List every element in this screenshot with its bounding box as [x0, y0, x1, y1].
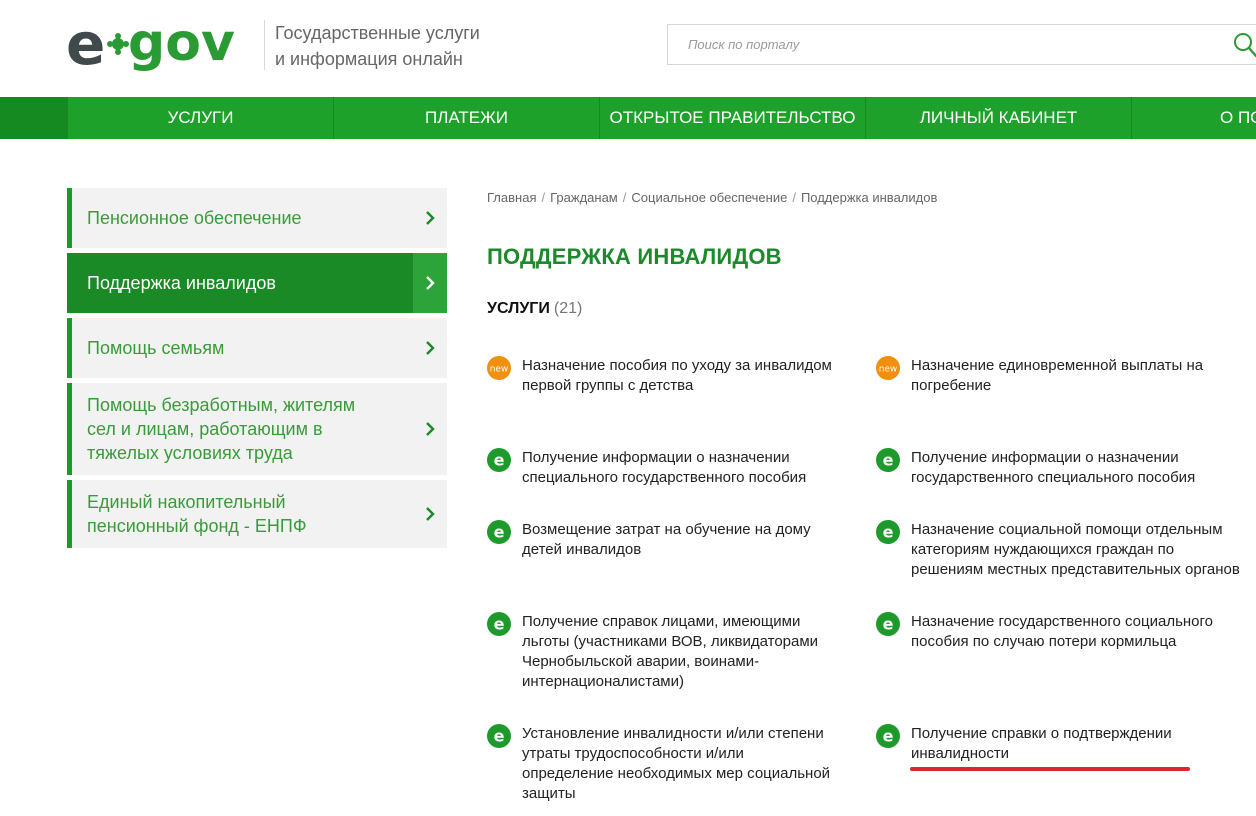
services-count: (21) [553, 300, 583, 317]
svg-text:e: e [883, 451, 894, 470]
nav-left-block [0, 97, 67, 139]
service-link[interactable]: Назначение пособия по уходу за инвалидом… [522, 356, 832, 396]
svg-text:e: e [494, 727, 505, 746]
breadcrumb-citizens[interactable]: Гражданам [550, 190, 618, 205]
sidebar-item-family-help[interactable]: Помощь семьям [67, 318, 447, 378]
egov-e-icon: e [487, 612, 511, 636]
services-label: УСЛУГИ [487, 300, 550, 317]
service-link[interactable]: Назначение единовременной выплаты на пог… [911, 356, 1236, 396]
services-heading: УСЛУГИ (21) [487, 300, 582, 318]
egov-e-icon: e [487, 448, 511, 472]
category-sidebar: Пенсионное обеспечение Поддержка инвалид… [67, 188, 447, 553]
service-link[interactable]: Получение информации о назначении специа… [522, 448, 832, 488]
breadcrumb-social[interactable]: Социальное обеспечение [631, 190, 787, 205]
svg-text:e: e [494, 615, 505, 634]
egov-e-icon: e [487, 724, 511, 748]
nav-item-services[interactable]: Услуги [67, 97, 333, 139]
svg-text:e: e [883, 615, 894, 634]
search-input[interactable] [668, 25, 1208, 64]
site-header: e gov Государственные услуги и информаци… [0, 0, 1256, 97]
service-item[interactable]: e Возмещение затрат на обучение на дому … [487, 520, 832, 560]
egov-e-icon: e [487, 520, 511, 544]
service-link[interactable]: Получение справки о подтверждении инвали… [911, 724, 1236, 764]
service-item[interactable]: e Назначение социальной помощи отдельным… [876, 520, 1246, 580]
chevron-right-icon [413, 253, 447, 313]
sidebar-item-enpf[interactable]: Единый накопительный пенсионный фонд - Е… [67, 480, 447, 548]
sidebar-item-unemployed-help[interactable]: Помощь безработным, жителям сел и лицам,… [67, 383, 447, 475]
egov-e-icon: e [876, 612, 900, 636]
breadcrumb-home[interactable]: Главная [487, 190, 536, 205]
service-link[interactable]: Назначение социальной помощи отдельным к… [911, 520, 1246, 580]
svg-text:e: e [883, 727, 894, 746]
tagline-line-1: Государственные услуги [275, 23, 480, 43]
breadcrumb-current: Поддержка инвалидов [800, 190, 938, 205]
breadcrumb: Главная / Гражданам / Социальное обеспечение… [487, 190, 938, 205]
service-item[interactable]: new Назначение единовременной выплаты на… [876, 356, 1236, 396]
main-nav: Услуги Платежи Открытое правительство Ли… [0, 97, 1256, 139]
page-title: ПОДДЕРЖКА ИНВАЛИДОВ [487, 244, 782, 269]
svg-text:new: new [879, 365, 898, 375]
logo-divider [264, 20, 265, 70]
svg-text:e: e [883, 523, 894, 542]
svg-text:new: new [490, 365, 509, 375]
service-link[interactable]: Возмещение затрат на обучение на дому де… [522, 520, 832, 560]
chevron-right-icon [413, 188, 447, 248]
red-highlight-underline [910, 767, 1190, 771]
service-item[interactable]: e Получение информации о назначении спец… [487, 448, 832, 488]
egov-e-icon: e [876, 448, 900, 472]
service-item[interactable]: e Получение справки о подтверждении инва… [876, 724, 1236, 764]
sidebar-item-label: Поддержка инвалидов [87, 273, 276, 293]
service-item[interactable]: e Установление инвалидности и/или степен… [487, 724, 832, 804]
sidebar-item-label: Помощь семьям [87, 338, 225, 358]
new-badge-icon: new [876, 356, 900, 380]
svg-text:gov: gov [128, 14, 235, 73]
svg-text:e: e [66, 14, 105, 78]
chevron-right-icon [413, 318, 447, 378]
egov-e-icon: e [876, 724, 900, 748]
sidebar-item-label: Помощь безработным, жителям сел и лицам,… [87, 395, 356, 463]
service-link[interactable]: Получение информации о назначении госуда… [911, 448, 1236, 488]
nav-item-personal-cabinet[interactable]: Личный кабинет [865, 97, 1131, 139]
service-item[interactable]: new Назначение пособия по уходу за инвал… [487, 356, 832, 396]
service-link[interactable]: Установление инвалидности и/или степени … [522, 724, 832, 804]
sidebar-item-disability-support[interactable]: Поддержка инвалидов [67, 253, 447, 313]
nav-item-about[interactable]: О по [1131, 97, 1256, 139]
svg-text:e: e [494, 451, 505, 470]
sidebar-item-label: Пенсионное обеспечение [87, 208, 302, 228]
service-item[interactable]: e Назначение государственного социальног… [876, 612, 1236, 652]
sidebar-item-pension[interactable]: Пенсионное обеспечение [67, 188, 447, 248]
search-box [667, 24, 1256, 65]
service-item[interactable]: e Получение справок лицами, имеющими льг… [487, 612, 832, 692]
site-tagline: Государственные услуги и информация онла… [275, 20, 480, 72]
nav-item-open-government[interactable]: Открытое правительство [599, 97, 865, 139]
tagline-line-2: и информация онлайн [275, 49, 463, 69]
chevron-right-icon [413, 480, 447, 548]
service-link[interactable]: Назначение государственного социального … [911, 612, 1236, 652]
egov-e-icon: e [876, 520, 900, 544]
sidebar-item-label: Единый накопительный пенсионный фонд - Е… [87, 492, 307, 536]
egov-logo[interactable]: e gov [66, 14, 258, 78]
nav-item-payments[interactable]: Платежи [333, 97, 599, 139]
new-badge-icon: new [487, 356, 511, 380]
service-link[interactable]: Получение справок лицами, имеющими льгот… [522, 612, 832, 692]
service-item[interactable]: e Получение информации о назначении госу… [876, 448, 1236, 488]
chevron-right-icon [413, 383, 447, 475]
search-icon[interactable] [1232, 31, 1256, 59]
svg-text:e: e [494, 523, 505, 542]
